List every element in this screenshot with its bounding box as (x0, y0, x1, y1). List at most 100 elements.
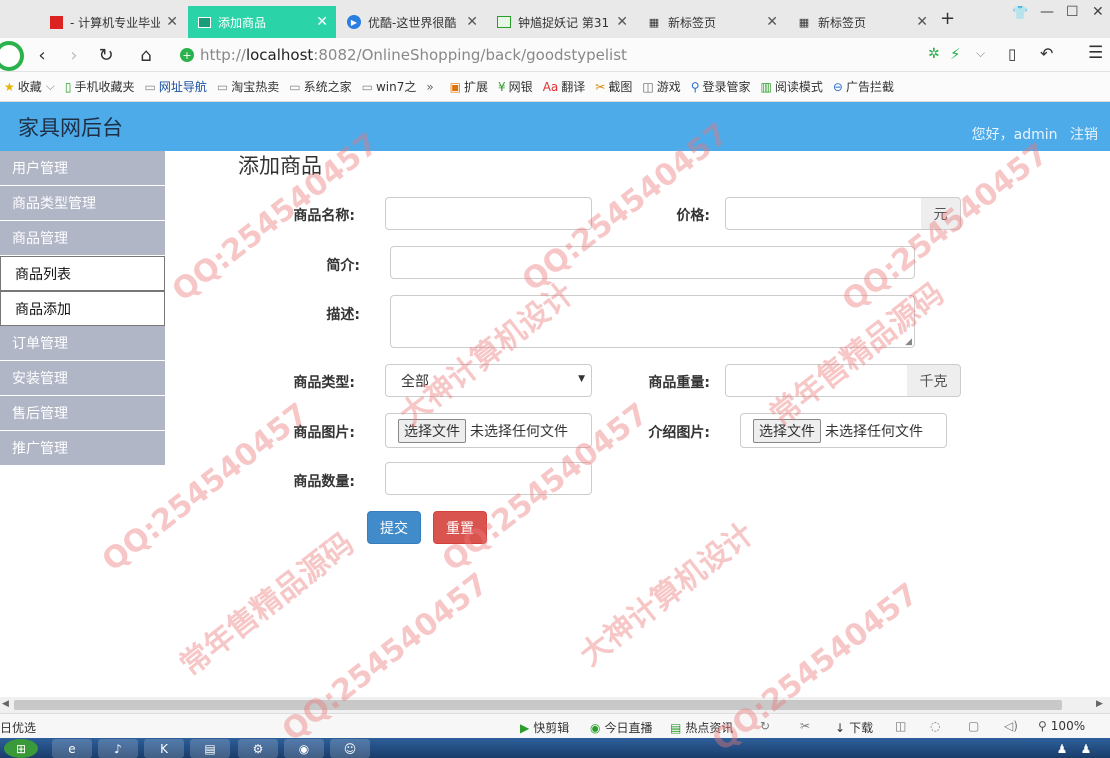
browser-tab-5[interactable]: ▦ 新标签页 ✕ (638, 6, 786, 38)
tray-qq-icon[interactable]: ♟ (1052, 739, 1072, 758)
back-icon[interactable]: ‹ (30, 43, 54, 67)
tool-label: 网银 (508, 80, 533, 94)
bookmark-xitong[interactable]: ▭ 系统之家 (289, 78, 351, 95)
close-icon[interactable]: ✕ (766, 14, 778, 30)
browser-tab-6[interactable]: ▦ 新标签页 ✕ (788, 6, 936, 38)
quantity-input[interactable] (385, 462, 592, 495)
bookmark-win7[interactable]: ▭ win7之 (362, 78, 417, 95)
split-icon[interactable]: ◫ (895, 719, 906, 733)
tab-label: - 计算机专业毕业 (70, 15, 161, 30)
choose-file-button[interactable]: 选择文件 (753, 418, 821, 443)
tool-translate[interactable]: Aa 翻译 (543, 78, 586, 95)
close-icon[interactable]: ✕ (316, 14, 328, 30)
description-textarea[interactable]: ◢ (390, 295, 915, 348)
bookmark-nav[interactable]: ▭ 网址导航 (145, 78, 207, 95)
status-item-news[interactable]: ▤ 热点资讯 (670, 719, 733, 736)
price-input[interactable] (725, 197, 922, 230)
sidebar-subitem-goods-add[interactable]: 商品添加 (0, 291, 165, 326)
grid-icon: ▦ (648, 15, 660, 29)
tool-bank[interactable]: ¥ 网银 (498, 78, 533, 95)
phone-icon[interactable]: ▯ (1008, 45, 1016, 63)
image-file-input[interactable]: 选择文件 未选择任何文件 (385, 413, 592, 448)
close-icon[interactable]: ✕ (616, 14, 628, 30)
bookmark-favorites[interactable]: ★ 收藏 ⌵ (4, 78, 55, 95)
logout-link[interactable]: 注销 (1070, 127, 1098, 143)
sidebar-item-users[interactable]: 用户管理 (0, 151, 165, 186)
address-bar[interactable]: http://localhost:8082/OnlineShopping/bac… (200, 43, 944, 67)
dropdown-icon[interactable]: ⌵ (976, 46, 985, 61)
weight-input[interactable] (725, 364, 908, 397)
start-button-icon[interactable]: ⊞ (4, 739, 38, 758)
refresh-status-icon[interactable]: ↻ (760, 719, 770, 733)
forward-icon[interactable]: › (62, 43, 86, 67)
browser-tab-2[interactable]: 添加商品 ✕ (188, 6, 336, 38)
choose-file-button[interactable]: 选择文件 (398, 418, 466, 443)
resize-handle-icon[interactable]: ◢ (905, 337, 912, 347)
window-icon[interactable]: ▢ (968, 719, 979, 733)
speed-icon[interactable]: ✲ (928, 46, 940, 62)
taskbar-ie-icon[interactable]: ◉ (284, 739, 324, 758)
summary-input[interactable] (390, 246, 915, 279)
sidebar-subitem-goods-list[interactable]: 商品列表 (0, 256, 165, 291)
status-item-download[interactable]: ↓ 下载 (835, 719, 873, 736)
type-select[interactable]: 全部 ▼ (385, 364, 592, 397)
new-tab-button[interactable]: + (940, 8, 955, 29)
tool-games[interactable]: ◫ 游戏 (642, 78, 680, 95)
scroll-right-icon[interactable]: ▶ (1096, 699, 1103, 709)
taskbar-browser-icon[interactable]: e (52, 739, 92, 758)
tool-adblock[interactable]: ⊖ 广告拦截 (833, 78, 894, 95)
scroll-left-icon[interactable]: ◀ (2, 699, 9, 709)
reload-icon[interactable]: ↻ (94, 43, 118, 67)
status-left-text[interactable]: 日优选 (0, 719, 36, 736)
skin-icon[interactable]: 👕 (1012, 6, 1028, 21)
reset-button[interactable]: 重置 (433, 511, 487, 544)
undo-icon[interactable]: ↶ (1040, 44, 1053, 63)
bookmark-mobile[interactable]: ▯ 手机收藏夹 (65, 78, 135, 95)
zoom-control[interactable]: ⚲ 100% (1038, 719, 1085, 733)
tools-icon[interactable]: ✂ (800, 719, 810, 733)
sidebar-item-goods[interactable]: 商品管理 (0, 221, 165, 256)
tool-login[interactable]: ⚲ 登录管家 (691, 78, 751, 95)
home-icon[interactable]: ⌂ (134, 43, 158, 67)
browser-tab-4[interactable]: 钟馗捉妖记 第31 ✕ (488, 6, 636, 38)
bookmark-taobao[interactable]: ▭ 淘宝热卖 (217, 78, 279, 95)
close-icon[interactable]: ✕ (466, 14, 478, 30)
lightning-icon[interactable]: ⚡ (950, 45, 961, 63)
browser-tab-3[interactable]: ▶ 优酷-这世界很酷 ✕ (338, 6, 486, 38)
maximize-icon[interactable]: ☐ (1066, 4, 1079, 20)
intro-image-file-input[interactable]: 选择文件 未选择任何文件 (740, 413, 947, 448)
url-scheme: http:// (200, 46, 246, 64)
tool-reader[interactable]: ▥ 阅读模式 (761, 78, 823, 95)
volume-icon[interactable]: ◁) (1004, 719, 1018, 733)
scrollbar-thumb[interactable] (14, 700, 1062, 710)
status-item-live[interactable]: ◉ 今日直播 (590, 719, 653, 736)
taskbar-folder-icon[interactable]: ▤ (190, 739, 230, 758)
taskbar-avatar-icon[interactable]: ☺ (330, 739, 370, 758)
gamepad-icon: ◫ (642, 79, 654, 94)
sidebar-item-promotion[interactable]: 推广管理 (0, 431, 165, 466)
taskbar-k-icon[interactable]: K (144, 739, 184, 758)
sidebar-item-after-sales[interactable]: 售后管理 (0, 396, 165, 431)
greeting-text: 您好，admin (971, 127, 1058, 143)
close-icon[interactable]: ✕ (916, 14, 928, 30)
tool-screenshot[interactable]: ✂ 截图 (595, 78, 632, 95)
menu-icon[interactable]: ☰ (1088, 43, 1103, 63)
tray-qq-icon-2[interactable]: ♟ (1076, 739, 1096, 758)
sidebar-item-goods-types[interactable]: 商品类型管理 (0, 186, 165, 221)
horizontal-scrollbar[interactable]: ◀ ▶ (0, 697, 1110, 713)
close-icon[interactable]: ✕ (166, 14, 178, 30)
minimize-icon[interactable]: — (1040, 4, 1054, 20)
status-item-kuaijianji[interactable]: ▶ 快剪辑 (520, 719, 569, 736)
submit-button[interactable]: 提交 (367, 511, 421, 544)
sidebar-item-install[interactable]: 安装管理 (0, 361, 165, 396)
browser-tab-1[interactable]: - 计算机专业毕业 ✕ (40, 6, 186, 38)
bookmark-more[interactable]: » (426, 80, 433, 94)
tool-extensions[interactable]: ▣ 扩展 (450, 78, 488, 95)
close-window-icon[interactable]: ✕ (1092, 4, 1104, 20)
name-input[interactable] (385, 197, 592, 230)
taskbar-tool-icon[interactable]: ♪ (98, 739, 138, 758)
clean-icon[interactable]: ◌ (930, 719, 940, 733)
os-taskbar: ⊞ e ♪ K ▤ ⚙ ◉ ☺ ♟ ♟ (0, 738, 1110, 758)
taskbar-settings-icon[interactable]: ⚙ (238, 739, 278, 758)
sidebar-item-orders[interactable]: 订单管理 (0, 326, 165, 361)
